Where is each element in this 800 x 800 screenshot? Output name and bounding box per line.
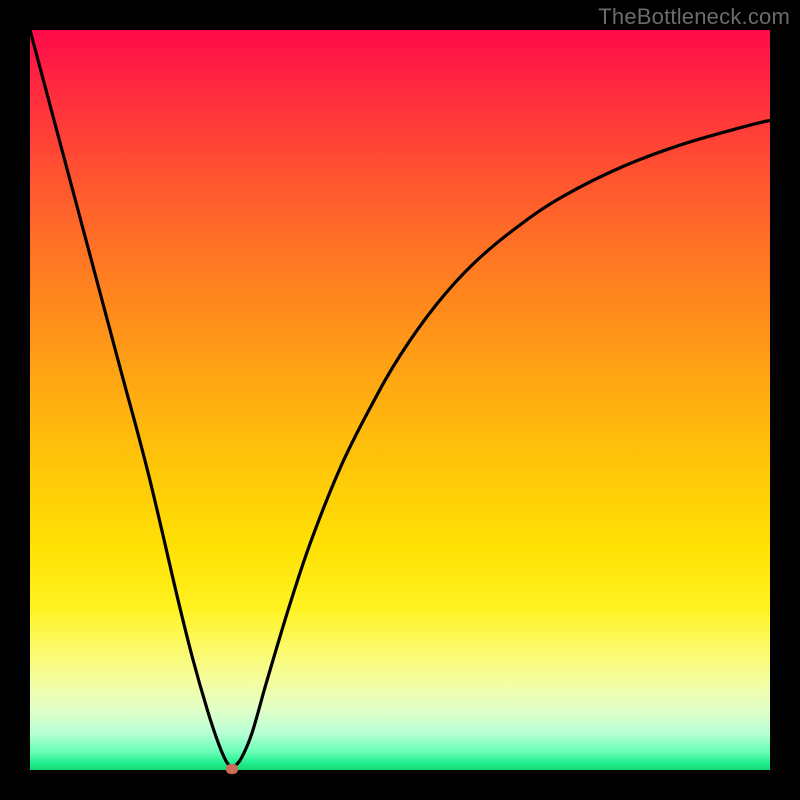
bottleneck-curve: [30, 30, 770, 770]
minimum-marker: [226, 764, 238, 774]
plot-area: [30, 30, 770, 770]
watermark-text: TheBottleneck.com: [598, 4, 790, 30]
chart-frame: TheBottleneck.com: [0, 0, 800, 800]
